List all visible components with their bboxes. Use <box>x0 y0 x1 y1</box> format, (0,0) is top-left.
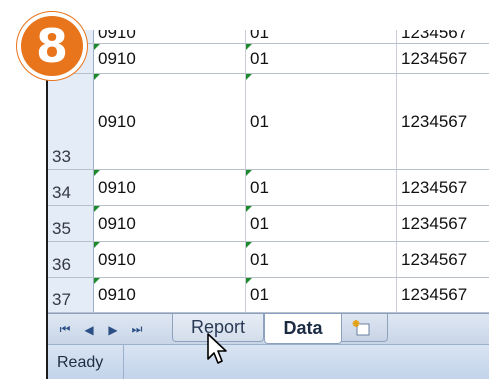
cell-value: 0910 <box>98 30 136 42</box>
next-sheet-icon[interactable]: ▶ <box>104 323 122 337</box>
sheet-nav-buttons: ⏮ ◀ ▶ ⏭ <box>48 314 166 345</box>
cell-value: 01 <box>250 285 269 304</box>
error-indicator-icon <box>94 206 100 212</box>
error-indicator-icon <box>94 44 100 50</box>
error-indicator-icon <box>94 170 100 176</box>
cell-value: 01 <box>250 30 269 42</box>
status-bar: Ready <box>48 344 489 379</box>
insert-worksheet-button[interactable] <box>336 314 388 342</box>
row-header[interactable]: 34 <box>48 170 94 205</box>
error-indicator-icon <box>246 278 252 284</box>
error-indicator-icon <box>94 74 100 80</box>
cell[interactable]: 1234567 <box>397 206 489 241</box>
cell-value: 0910 <box>98 285 136 304</box>
error-indicator-icon <box>246 206 252 212</box>
row-header[interactable]: 35 <box>48 206 94 241</box>
error-indicator-icon <box>246 74 252 80</box>
cell[interactable]: 1234567 <box>397 30 489 43</box>
error-indicator-icon <box>94 242 100 248</box>
table-row: 35 0910 01 1234567 <box>48 206 489 242</box>
error-indicator-icon <box>246 44 252 50</box>
cell[interactable]: 01 <box>246 278 397 312</box>
cell-value: 01 <box>250 111 269 131</box>
mouse-pointer-icon <box>207 333 227 364</box>
cell[interactable]: 01 <box>246 206 397 241</box>
status-ready-label: Ready <box>48 345 124 379</box>
cell-value: 1234567 <box>401 177 468 197</box>
cell[interactable]: 01 <box>246 242 397 277</box>
cell-value: 1234567 <box>401 48 468 68</box>
spreadsheet-window: 0910 01 1234567 32 0910 01 1234567 33 09… <box>46 30 489 379</box>
table-row: 33 0910 01 1234567 <box>48 74 489 170</box>
cell-value: 01 <box>250 177 269 197</box>
cell[interactable]: 1234567 <box>397 278 489 312</box>
cell-value: 0910 <box>98 249 136 269</box>
cell-value: 0910 <box>98 213 136 233</box>
cell-value: 1234567 <box>401 285 468 304</box>
cell[interactable]: 0910 <box>94 74 246 169</box>
table-row: 0910 01 1234567 <box>48 30 489 44</box>
cell-value: 1234567 <box>401 213 468 233</box>
table-row: 36 0910 01 1234567 <box>48 242 489 278</box>
error-indicator-icon <box>246 170 252 176</box>
cell[interactable]: 1234567 <box>397 44 489 73</box>
cell-value: 0910 <box>98 48 136 68</box>
last-sheet-icon[interactable]: ⏭ <box>128 322 146 337</box>
cell[interactable]: 01 <box>246 44 397 73</box>
cell[interactable]: 01 <box>246 74 397 169</box>
cell[interactable]: 01 <box>246 170 397 205</box>
cell[interactable]: 0910 <box>94 44 246 73</box>
cell-value: 1234567 <box>401 30 468 42</box>
cell[interactable]: 01 <box>246 30 397 43</box>
cell-value: 1234567 <box>401 249 468 269</box>
row-header[interactable]: 36 <box>48 242 94 277</box>
cell[interactable]: 0910 <box>94 30 246 43</box>
tab-data[interactable]: Data <box>264 314 342 344</box>
cell-value: 01 <box>250 249 269 269</box>
step-badge: 8 <box>17 12 87 80</box>
cell-value: 0910 <box>98 111 136 131</box>
step-number: 8 <box>35 19 68 73</box>
insert-worksheet-icon <box>352 319 370 335</box>
cell[interactable]: 1234567 <box>397 74 489 169</box>
error-indicator-icon <box>246 242 252 248</box>
cell[interactable]: 1234567 <box>397 170 489 205</box>
cell-value: 01 <box>250 213 269 233</box>
cell[interactable]: 0910 <box>94 278 246 312</box>
error-indicator-icon <box>94 278 100 284</box>
row-header[interactable]: 33 <box>48 74 94 169</box>
table-row: 34 0910 01 1234567 <box>48 170 489 206</box>
cell[interactable]: 0910 <box>94 206 246 241</box>
cell[interactable]: 1234567 <box>397 242 489 277</box>
row-header[interactable]: 37 <box>48 278 94 312</box>
cell-value: 01 <box>250 48 269 68</box>
cell[interactable]: 0910 <box>94 242 246 277</box>
previous-sheet-icon[interactable]: ◀ <box>80 323 98 337</box>
cell-value: 0910 <box>98 177 136 197</box>
cell[interactable]: 0910 <box>94 170 246 205</box>
first-sheet-icon[interactable]: ⏮ <box>56 322 74 337</box>
cell-value: 1234567 <box>401 111 468 131</box>
sheet-tab-bar: ⏮ ◀ ▶ ⏭ Report Data <box>48 313 489 344</box>
table-row: 32 0910 01 1234567 <box>48 44 489 74</box>
table-row: 37 0910 01 1234567 <box>48 278 489 313</box>
